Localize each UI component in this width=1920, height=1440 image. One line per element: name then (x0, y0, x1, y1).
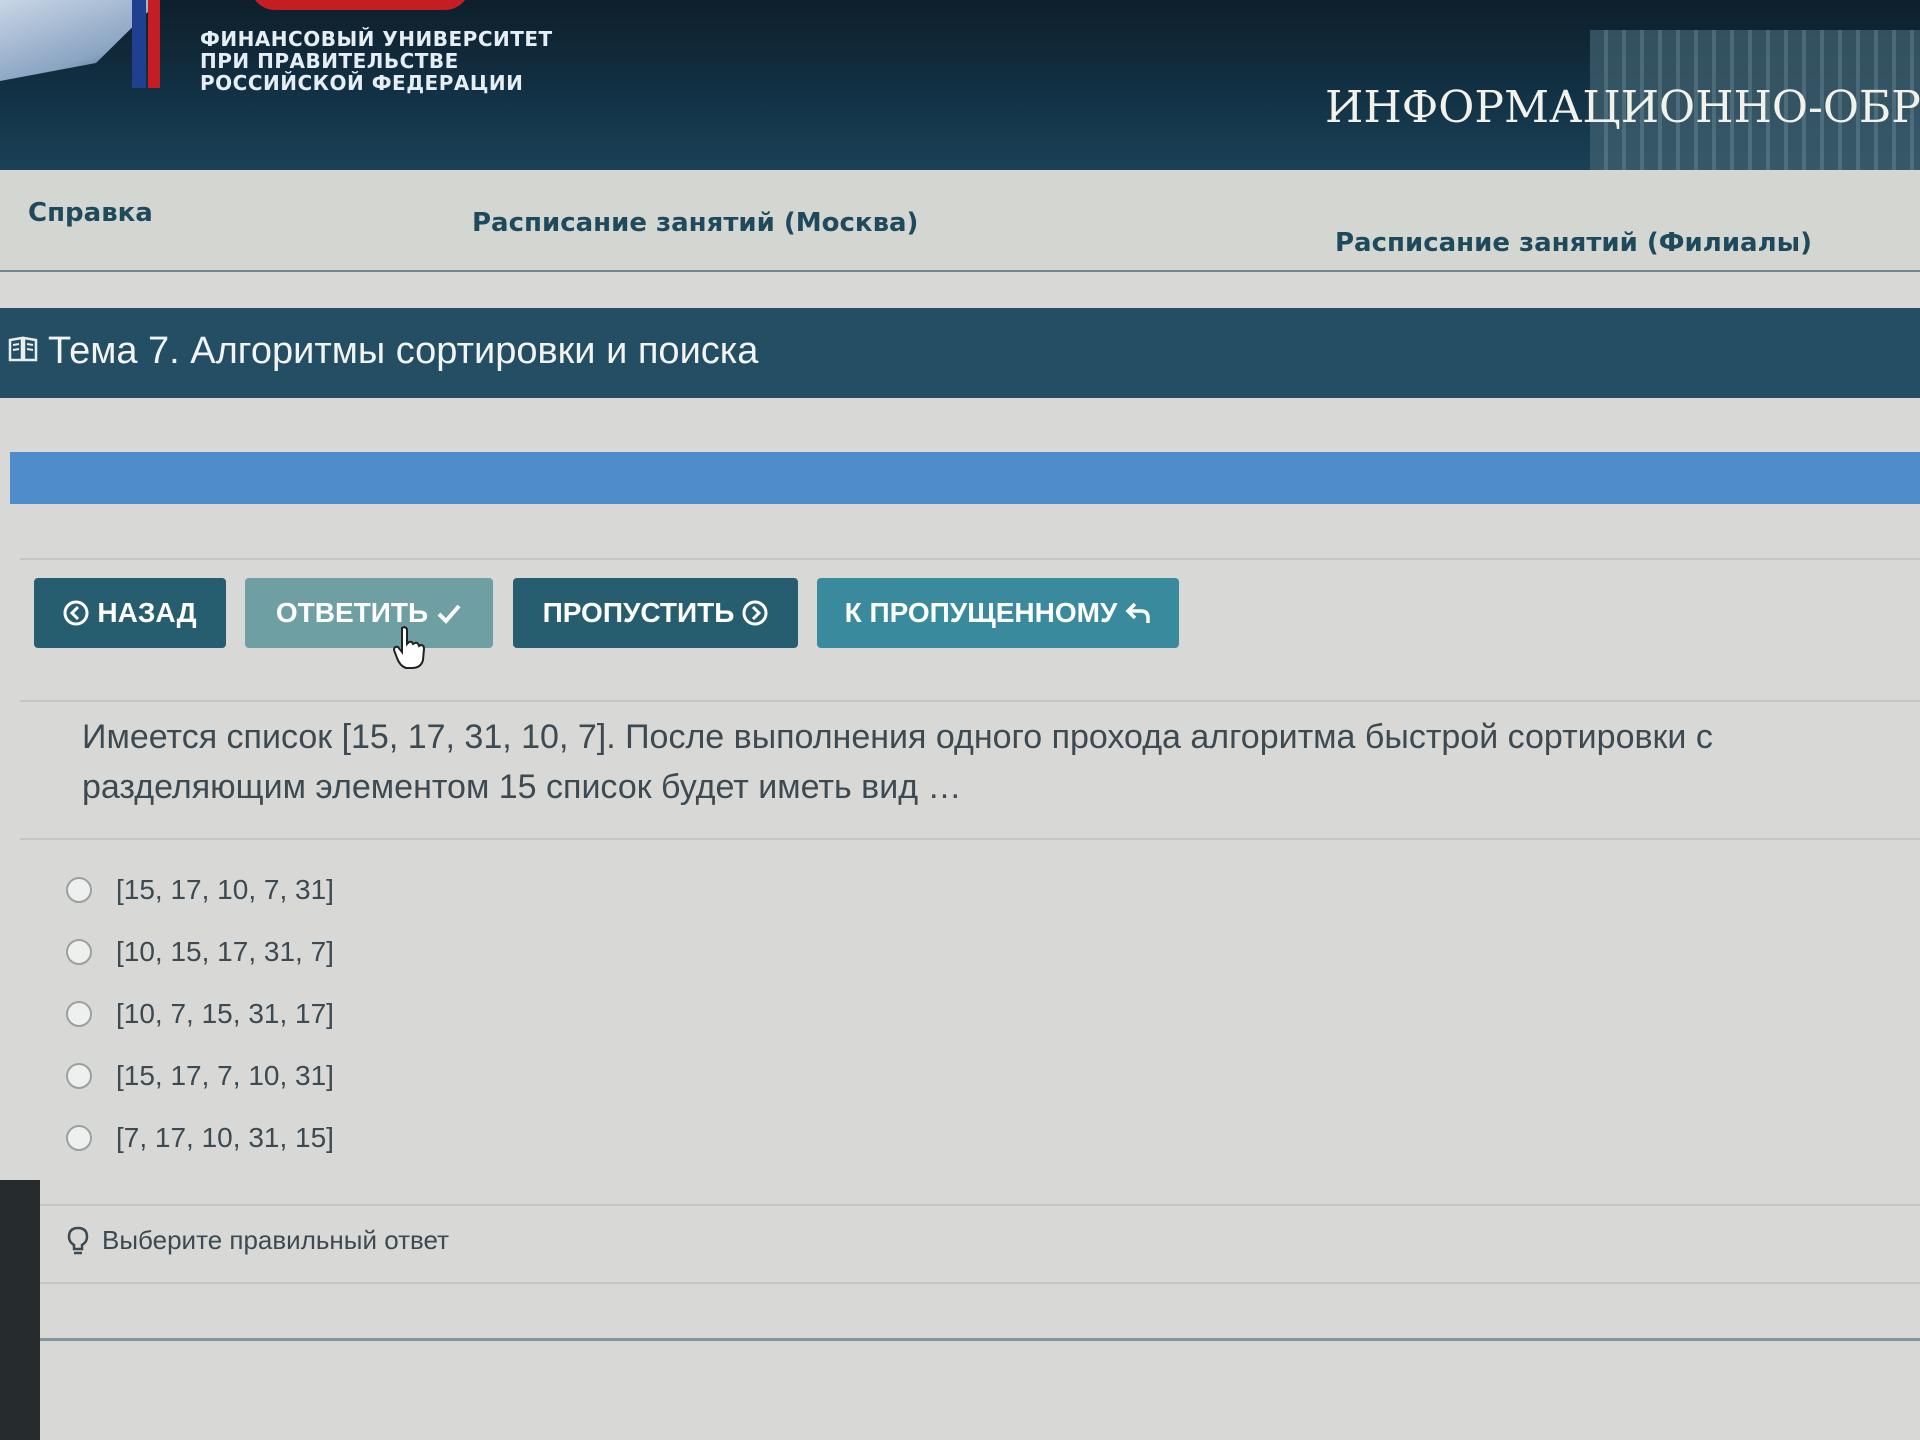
hint: Выберите правильный ответ (66, 1225, 449, 1256)
answer-option-label: [10, 7, 15, 31, 17] (116, 998, 334, 1029)
skip-button[interactable]: ПРОПУСТИТЬ (513, 578, 798, 648)
top-navigation: Справка Расписание занятий (Москва) Расп… (0, 170, 1920, 272)
skip-button-label: ПРОПУСТИТЬ (542, 597, 735, 628)
radio-button[interactable] (66, 1001, 92, 1027)
checkmark-icon (437, 604, 461, 624)
arrow-left-circle-icon (63, 600, 89, 626)
radio-button[interactable] (66, 939, 92, 965)
nav-help-link[interactable]: Справка (28, 198, 153, 228)
university-name-line1: ФИНАНСОВЫЙ УНИВЕРСИТЕТ (200, 27, 553, 51)
answer-option-label: [10, 15, 17, 31, 7] (116, 936, 334, 967)
divider (20, 838, 1920, 840)
logo-anniversary-mark (250, 0, 470, 10)
divider (20, 558, 1920, 560)
nav-schedule-branches-link[interactable]: Расписание занятий (Филиалы) (1335, 228, 1812, 258)
question-line-1: Имеется список [15, 17, 31, 10, 7]. Посл… (82, 718, 1713, 756)
logo-flag-red (148, 0, 160, 88)
question-line-2: разделяющим элементом 15 список будет им… (82, 768, 962, 806)
question-text: Имеется список [15, 17, 31, 10, 7]. Посл… (82, 712, 1882, 812)
site-header: ФИНАНСОВЫЙ УНИВЕРСИТЕТ ПРИ ПРАВИТЕЛЬСТВЕ… (0, 0, 1920, 170)
divider (20, 1204, 1920, 1206)
answer-option-label: [7, 17, 10, 31, 15] (116, 1122, 334, 1153)
answer-option[interactable]: [10, 7, 15, 31, 17] (66, 998, 334, 1030)
reply-arrow-icon (1125, 602, 1151, 623)
go-to-skipped-button[interactable]: К ПРОПУЩЕННОМУ (817, 578, 1179, 648)
test-progress-fill (10, 452, 1920, 504)
footer-divider (30, 1338, 1920, 1341)
answer-option-label: [15, 17, 10, 7, 31] (116, 874, 334, 905)
radio-button[interactable] (66, 877, 92, 903)
answer-option[interactable]: [7, 17, 10, 31, 15] (66, 1122, 334, 1154)
portal-title: ИНФОРМАЦИОННО-ОБРА (1325, 82, 1920, 133)
answer-option[interactable]: [15, 17, 10, 7, 31] (66, 874, 334, 906)
book-icon (8, 336, 38, 362)
divider (20, 1282, 1920, 1284)
answer-option[interactable]: [15, 17, 7, 10, 31] (66, 1060, 334, 1092)
university-name-line3: РОССИЙСКОЙ ФЕДЕРАЦИИ (200, 71, 524, 95)
answer-option-label: [15, 17, 7, 10, 31] (116, 1060, 334, 1091)
hint-text: Выберите правильный ответ (102, 1225, 450, 1255)
radio-button[interactable] (66, 1125, 92, 1151)
hand-cursor-icon (392, 626, 426, 669)
answer-option[interactable]: [10, 15, 17, 31, 7] (66, 936, 334, 968)
topic-header: Тема 7. Алгоритмы сортировки и поиска (0, 308, 1920, 398)
radio-button[interactable] (66, 1063, 92, 1089)
back-button-label: НАЗАД (97, 597, 197, 628)
arrow-right-circle-icon (742, 600, 768, 626)
divider (20, 700, 1920, 702)
university-name-line2: ПРИ ПРАВИТЕЛЬСТВЕ (200, 49, 459, 73)
logo-flag-blue (132, 0, 146, 88)
university-name: ФИНАНСОВЫЙ УНИВЕРСИТЕТ ПРИ ПРАВИТЕЛЬСТВЕ… (200, 28, 553, 94)
go-to-skipped-button-label: К ПРОПУЩЕННОМУ (844, 597, 1118, 628)
answer-button-label: ОТВЕТИТЬ (275, 597, 429, 628)
topic-title: Тема 7. Алгоритмы сортировки и поиска (48, 330, 759, 372)
test-progress-bar (10, 452, 1920, 504)
lightbulb-icon (67, 1226, 89, 1254)
nav-schedule-moscow-link[interactable]: Расписание занятий (Москва) (472, 208, 918, 238)
answer-button[interactable]: ОТВЕТИТЬ (245, 578, 493, 648)
back-button[interactable]: НАЗАД (34, 578, 226, 648)
monitor-bezel (0, 1180, 40, 1440)
